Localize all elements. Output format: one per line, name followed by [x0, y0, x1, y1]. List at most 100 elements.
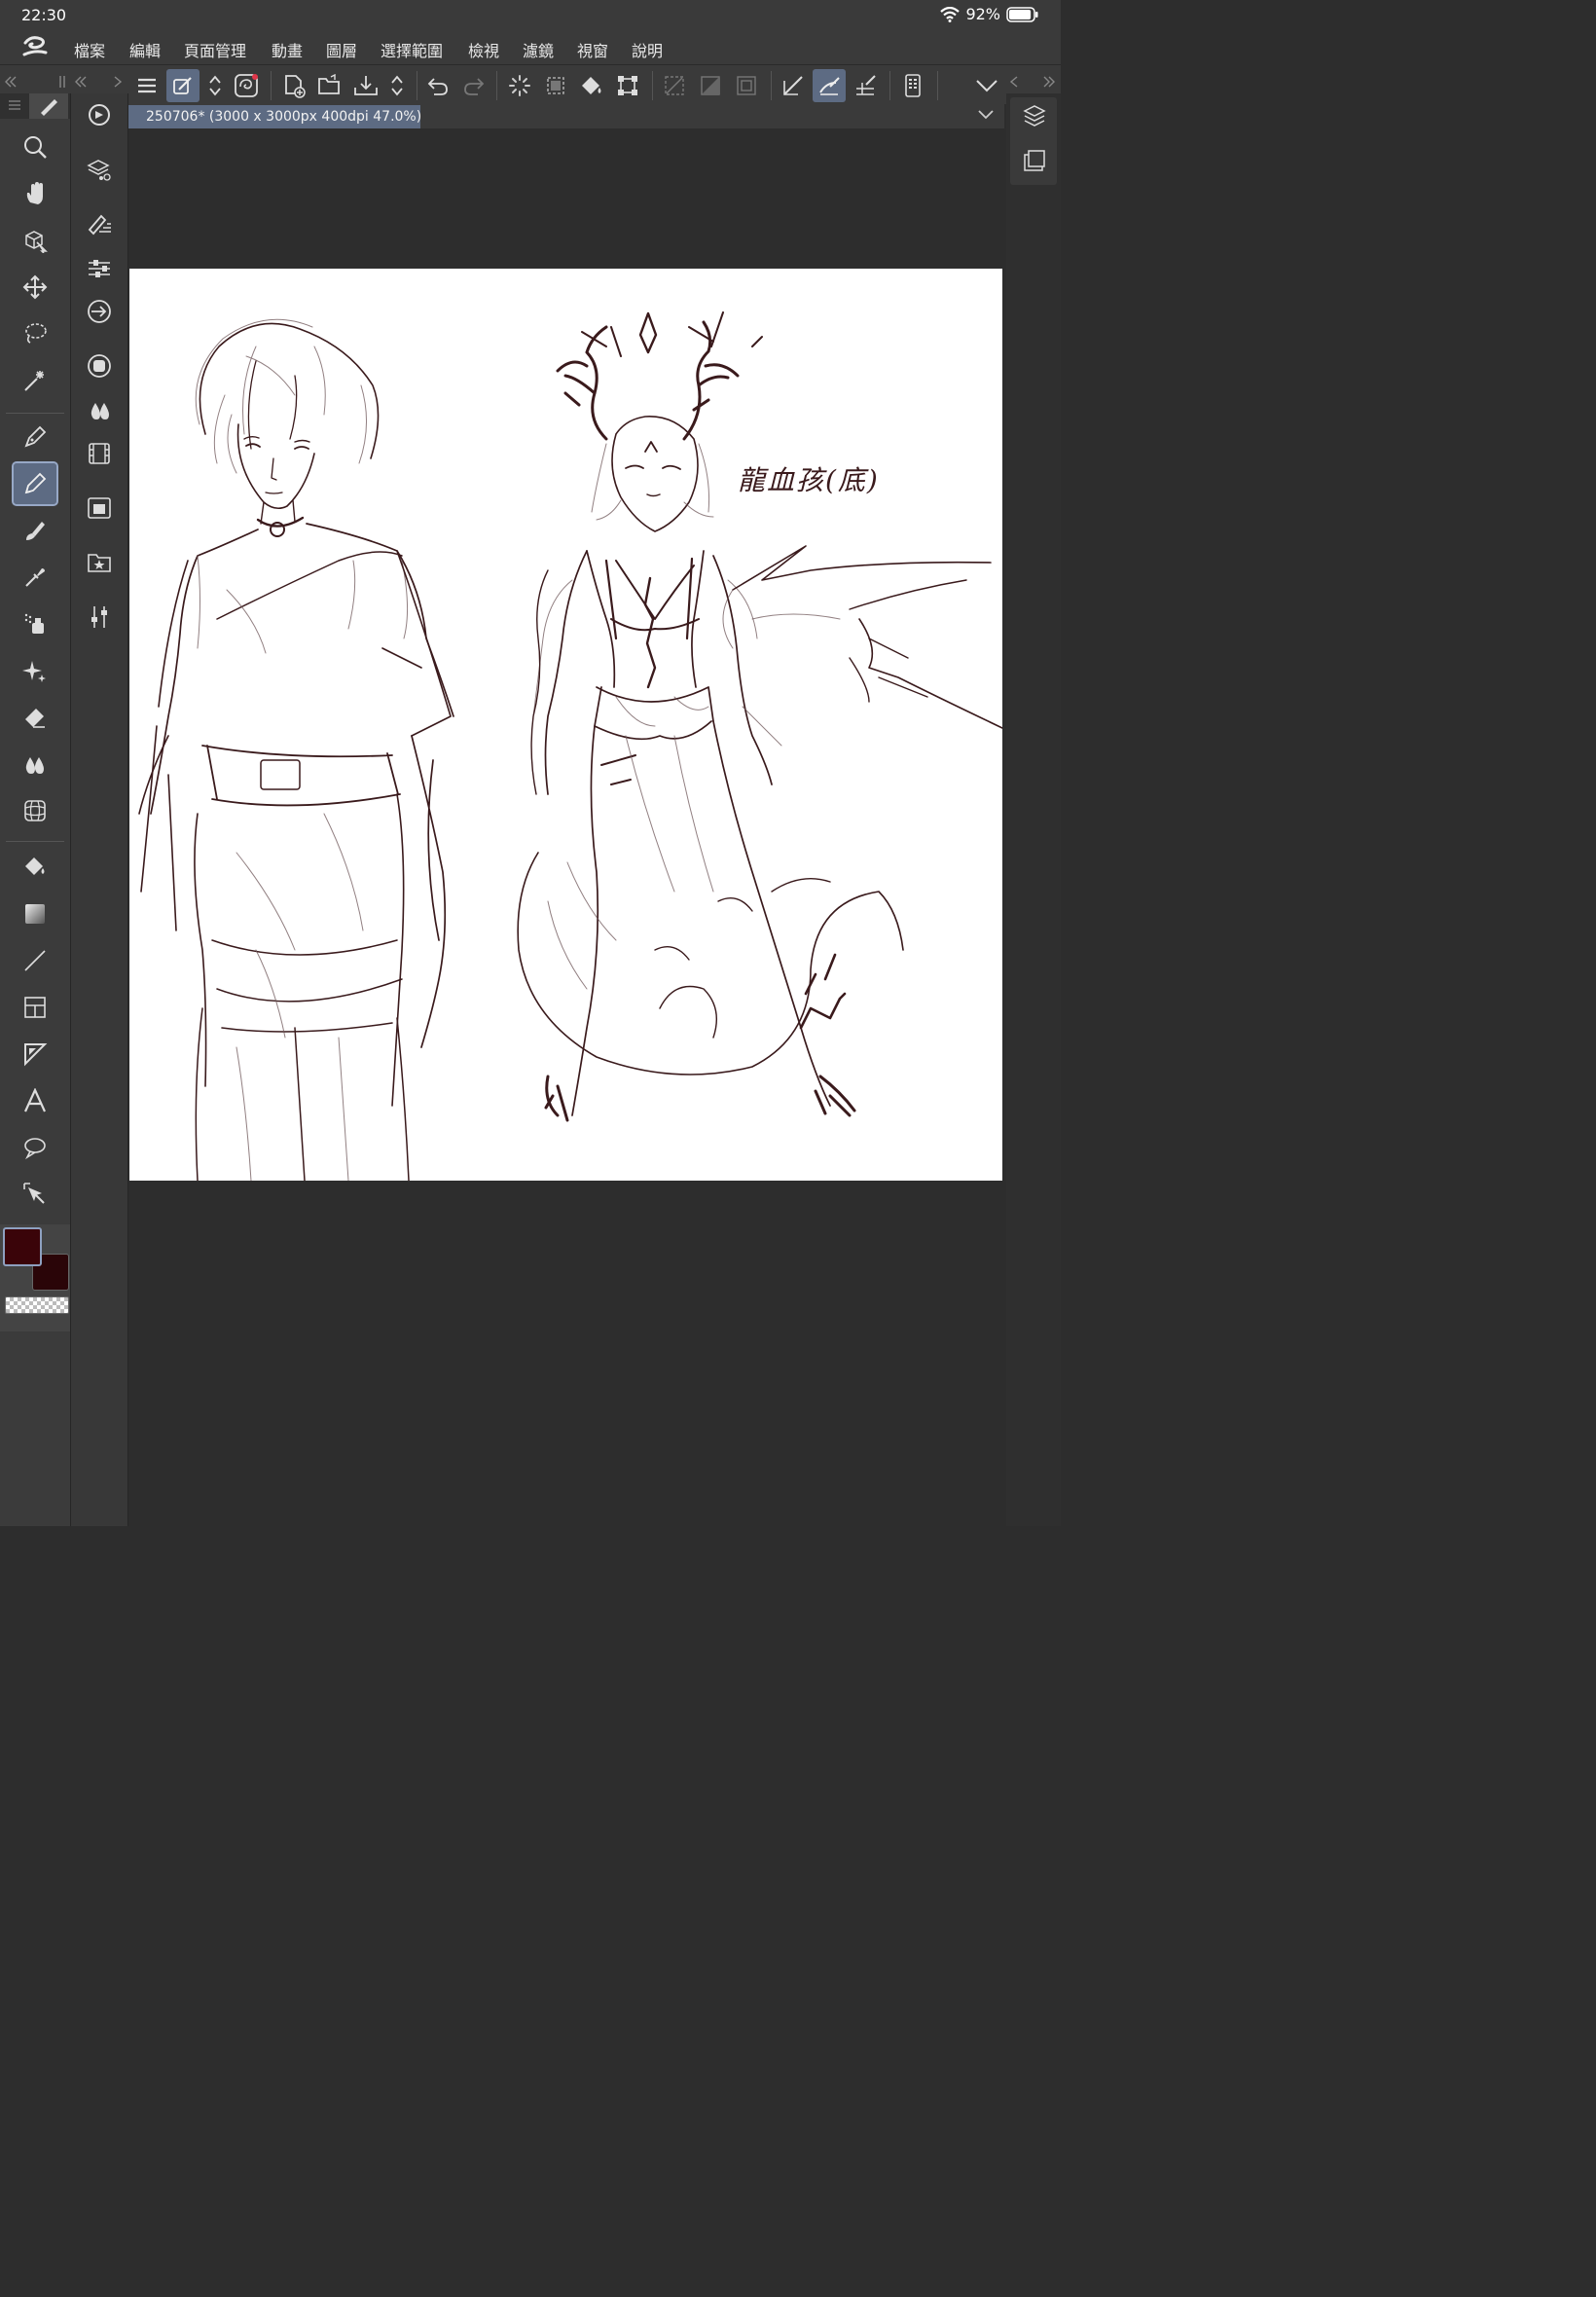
magic-wand-icon[interactable]: [14, 360, 56, 401]
brush-size-icon[interactable]: [79, 204, 120, 243]
zoom-icon[interactable]: [14, 127, 56, 167]
document-tab-bar: 250706* (3000 x 3000px 400dpi 47.0%): [128, 103, 1004, 128]
menu-file[interactable]: 檔案: [74, 38, 105, 61]
selection-border-icon[interactable]: [730, 69, 763, 102]
line-icon[interactable]: [14, 940, 56, 981]
blend-icon[interactable]: [14, 744, 56, 784]
left-figure-sketch: [138, 318, 454, 1181]
collapse-icon[interactable]: [970, 69, 1003, 102]
canvas-note: 龍血孩(底): [738, 464, 880, 496]
sketch-artwork: [138, 311, 1002, 1181]
battery-icon: [1006, 6, 1039, 22]
menu-animation[interactable]: 動畫: [272, 38, 303, 61]
eyedropper-icon[interactable]: [14, 557, 56, 598]
collapse-sub-icon[interactable]: [74, 75, 88, 89]
transparent-color-swatch[interactable]: [5, 1296, 69, 1314]
loading-icon[interactable]: [503, 69, 536, 102]
menu-help[interactable]: 說明: [632, 38, 663, 61]
document-tab-label: 250706* (3000 x 3000px 400dpi 47.0%): [146, 109, 422, 125]
tool-palette-header: [0, 93, 70, 119]
save-icon[interactable]: [349, 69, 382, 102]
status-indicators: 92%: [940, 5, 1039, 23]
command-bar: [0, 64, 1061, 104]
expand-right-icon[interactable]: [1042, 75, 1056, 89]
main-color-swatch[interactable]: [3, 1227, 42, 1266]
brush-icon[interactable]: [14, 510, 56, 551]
command-palette: [71, 93, 128, 1526]
invert-selection-icon[interactable]: [694, 69, 727, 102]
tab-list-chevron-down-icon[interactable]: [977, 108, 995, 122]
select-all-icon[interactable]: [539, 69, 572, 102]
new-icon[interactable]: [277, 69, 310, 102]
frame-icon[interactable]: [14, 987, 56, 1028]
menu-icon[interactable]: [130, 69, 163, 102]
pen-icon[interactable]: [14, 417, 56, 457]
fill-icon[interactable]: [575, 69, 608, 102]
panel-tabs: [1010, 97, 1057, 185]
right-figure-sketch: [517, 311, 1002, 1122]
menu-page[interactable]: 頁面管理: [184, 38, 246, 61]
menu-edit[interactable]: 編輯: [129, 38, 161, 61]
tool-tab[interactable]: [29, 93, 68, 119]
operation-icon[interactable]: [14, 1174, 56, 1215]
layers-icon[interactable]: [1022, 103, 1047, 128]
rotate-view-icon[interactable]: [79, 95, 120, 134]
fill-icon[interactable]: [14, 847, 56, 888]
decoration-icon[interactable]: [14, 650, 56, 691]
layer-panel-dock: [1006, 93, 1061, 1526]
status-time: 22:30: [21, 6, 67, 24]
drawing-canvas[interactable]: 龍血孩(底): [129, 269, 1002, 1181]
redo-icon[interactable]: [457, 69, 490, 102]
palette-menu-icon[interactable]: [8, 99, 21, 111]
liquify-icon[interactable]: [14, 790, 56, 831]
balloon-icon[interactable]: [14, 1127, 56, 1168]
navigator-icon[interactable]: [79, 489, 120, 528]
open-icon[interactable]: [313, 69, 346, 102]
expand-sub-icon[interactable]: [113, 75, 123, 89]
ruler-icon[interactable]: [14, 1034, 56, 1075]
eraser-icon[interactable]: [14, 697, 56, 738]
menu-selection[interactable]: 選擇範圍: [381, 38, 443, 61]
animation-icon[interactable]: [79, 434, 120, 473]
material-icon[interactable]: [79, 543, 120, 582]
document-tab[interactable]: 250706* (3000 x 3000px 400dpi 47.0%): [128, 105, 422, 128]
expand-icon[interactable]: [381, 69, 414, 102]
menu-window[interactable]: 視窗: [577, 38, 608, 61]
wifi-icon: [940, 6, 961, 22]
expand-icon[interactable]: [199, 69, 232, 102]
clip-studio-logo[interactable]: [21, 35, 49, 58]
battery-percent: 92%: [965, 5, 1000, 23]
clip-studio-icon[interactable]: [230, 69, 263, 102]
panel-divider-icon[interactable]: [58, 75, 66, 89]
collapse-left-icon[interactable]: [4, 75, 18, 89]
quick-access-icon[interactable]: [166, 69, 200, 102]
move-icon[interactable]: [14, 267, 56, 308]
3d-object-icon[interactable]: [14, 220, 56, 261]
menu-bar: 檔案 編輯 頁面管理 動畫 圖層 選擇範圍 檢視 濾鏡 視窗 說明: [0, 29, 1061, 64]
tool-property-icon[interactable]: [79, 249, 120, 288]
color-circle-icon[interactable]: [79, 292, 120, 331]
menu-filter[interactable]: 濾鏡: [523, 38, 554, 61]
transform-icon[interactable]: [611, 69, 644, 102]
status-bar: 22:30 92%: [0, 0, 1061, 29]
pencil-icon[interactable]: [12, 461, 58, 506]
gradient-icon[interactable]: [14, 893, 56, 934]
menu-layer[interactable]: 圖層: [326, 38, 357, 61]
menu-view[interactable]: 檢視: [468, 38, 499, 61]
layer-search-icon[interactable]: [79, 391, 120, 430]
ruler-snap-icon[interactable]: [777, 69, 810, 102]
adjust-icon[interactable]: [79, 598, 120, 637]
hand-icon[interactable]: [14, 173, 56, 214]
lasso-icon[interactable]: [14, 313, 56, 354]
airbrush-icon[interactable]: [14, 603, 56, 644]
layer-property-panel-icon[interactable]: [1022, 148, 1047, 173]
special-ruler-snap-icon[interactable]: [813, 69, 846, 102]
layer-property-icon[interactable]: [79, 150, 120, 189]
clear-selection-icon[interactable]: [658, 69, 691, 102]
color-set-icon[interactable]: [79, 346, 120, 385]
text-icon[interactable]: [14, 1080, 56, 1121]
device-icon[interactable]: [896, 69, 929, 102]
undo-icon[interactable]: [421, 69, 454, 102]
collapse-right-icon[interactable]: [1009, 75, 1019, 89]
grid-snap-icon[interactable]: [849, 69, 882, 102]
